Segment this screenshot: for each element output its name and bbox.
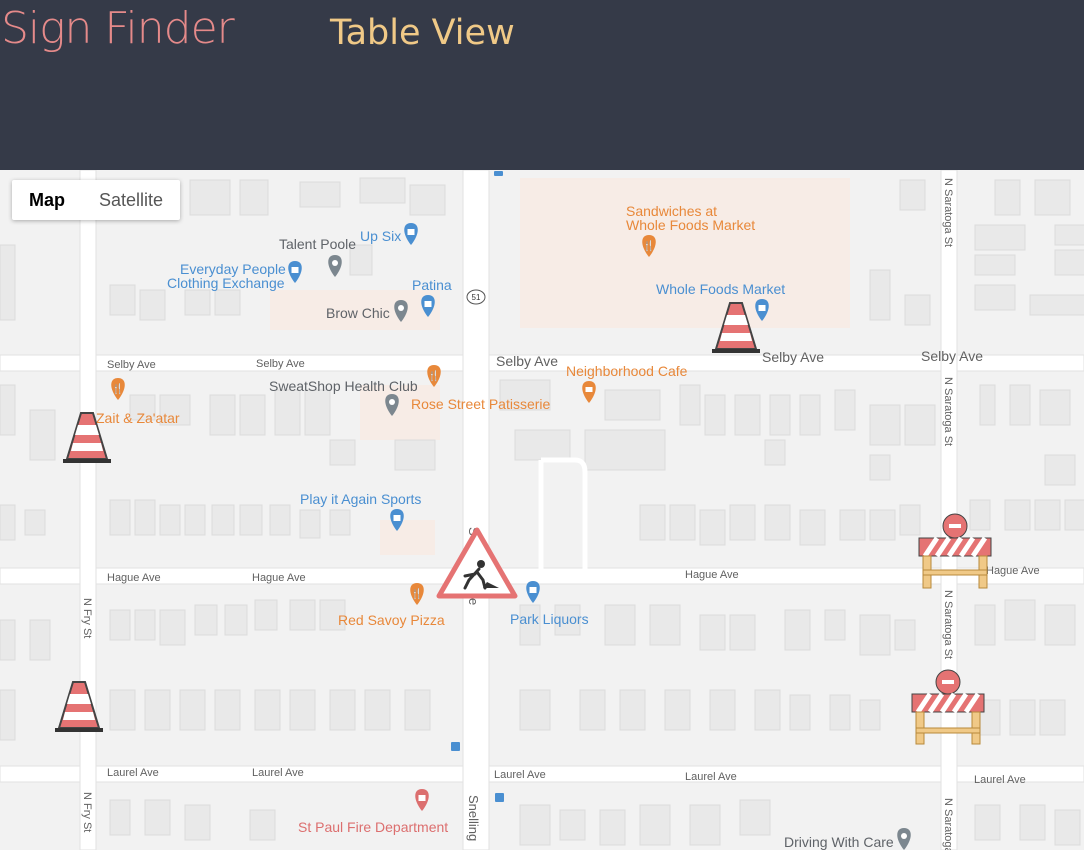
whole-foods-lot	[520, 178, 850, 328]
street-label: N Saratoga St	[942, 377, 954, 446]
poi-label-up-six[interactable]: Up Six	[360, 228, 401, 244]
highway-shield-51: 51	[466, 289, 486, 305]
app-title[interactable]: Sign Finder	[1, 3, 235, 55]
street-label: N Saratoga St	[942, 590, 954, 659]
street-label: Hague Ave	[107, 572, 161, 584]
street-label: Laurel Ave	[107, 767, 159, 779]
map-canvas[interactable]: 51 Selby Ave Selby Ave Selby Ave Selby A…	[0, 170, 1084, 850]
street-label: Selby Ave	[762, 349, 824, 365]
lot-shade	[380, 520, 435, 555]
svg-text:🍴: 🍴	[411, 587, 423, 600]
highway-shield-label: 51	[472, 293, 481, 302]
street-label: e	[466, 598, 481, 605]
poi-label-talent-poole[interactable]: Talent Poole	[279, 236, 356, 252]
poi-label-everyday-people[interactable]: Everyday People Clothing Exchange	[167, 261, 286, 291]
svg-text:🍴: 🍴	[643, 239, 655, 252]
map-type-satellite-button[interactable]: Satellite	[82, 180, 180, 220]
poi-label-brow-chic[interactable]: Brow Chic	[326, 305, 390, 321]
street-label: Selby Ave	[256, 358, 305, 370]
poi-label-patina[interactable]: Patina	[412, 277, 452, 293]
poi-label-red-savoy[interactable]: Red Savoy Pizza	[338, 612, 445, 628]
street-label: Hague Ave	[685, 569, 739, 581]
street-label: Snelling	[466, 795, 481, 841]
street-label: Hague Ave	[252, 572, 306, 584]
street-label: Laurel Ave	[252, 767, 304, 779]
poi-label-whole-foods[interactable]: Whole Foods Market	[656, 281, 785, 297]
street-label: Selby Ave	[107, 359, 156, 371]
street-label: N Fry St	[81, 792, 93, 832]
poi-label-play-it-again[interactable]: Play it Again Sports	[300, 491, 421, 507]
map-view[interactable]: 51 Selby Ave Selby Ave Selby Ave Selby A…	[0, 170, 1084, 850]
street-label: N Saratoga St	[942, 798, 954, 850]
street-label: Laurel Ave	[974, 774, 1026, 786]
street-label: N Fry St	[81, 598, 93, 638]
svg-text:🍴: 🍴	[112, 382, 124, 395]
map-type-map-button[interactable]: Map	[12, 180, 82, 220]
poi-label-neighborhood-cafe[interactable]: Neighborhood Cafe	[566, 363, 688, 379]
street-label: Hague Ave	[986, 565, 1040, 577]
map-type-control: Map Satellite	[12, 180, 181, 220]
poi-label-fire-dept[interactable]: St Paul Fire Department	[298, 819, 448, 835]
street-label: N Saratoga St	[942, 178, 954, 247]
table-view-link[interactable]: Table View	[330, 12, 515, 54]
street-label: Laurel Ave	[494, 769, 546, 781]
poi-label-park-liquors[interactable]: Park Liquors	[510, 611, 589, 627]
poi-label-zait[interactable]: Zait & Za'atar	[96, 410, 180, 426]
poi-label-rose-street[interactable]: Rose Street Patisserie	[411, 396, 550, 412]
poi-label-sweatshop[interactable]: SweatShop Health Club	[269, 378, 418, 394]
poi-label-driving-with-care[interactable]: Driving With Care	[784, 834, 894, 850]
app-header: Sign Finder Table View	[0, 0, 1084, 170]
svg-text:🍴: 🍴	[428, 369, 440, 382]
street-label: Laurel Ave	[685, 771, 737, 783]
street-label: Selby Ave	[496, 353, 558, 369]
street-label: Selby Ave	[921, 348, 983, 364]
